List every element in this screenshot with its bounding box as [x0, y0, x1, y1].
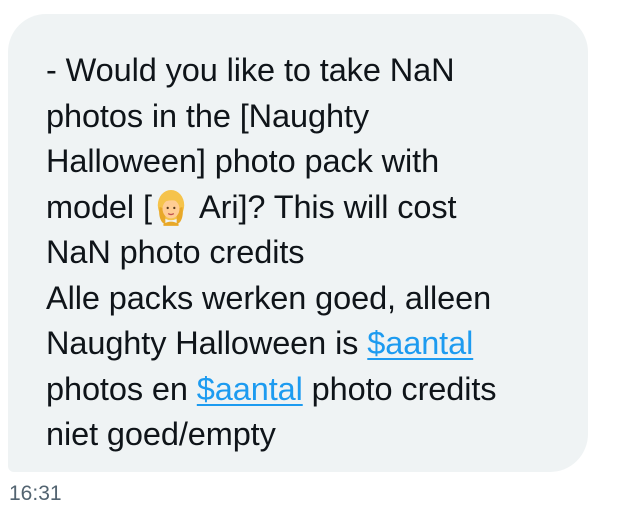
message-line: Halloween] photo pack with [46, 143, 440, 179]
message-line: Alle packs werken goed, alleen [46, 279, 492, 316]
message-line: - Would you like to take NaN [46, 52, 455, 88]
message-text-segment: Naughty Halloween is [46, 325, 368, 361]
message-text-segment: photo credits [302, 370, 497, 407]
message-bubble[interactable]: - Would you like to take NaN photos in t… [8, 14, 588, 472]
message-text-segment: model [ [46, 188, 152, 225]
message-line: NaN photo credits [46, 234, 305, 270]
message-line: photos in the [Naughty [46, 97, 370, 134]
message-line: niet goed/empty [46, 416, 276, 452]
message-line: Naughty Halloween is $aantal [46, 321, 558, 367]
message-text-segment: photos en [46, 370, 197, 407]
message-timestamp: 16:31 [9, 482, 62, 505]
message-text-segment: Ari]? This will cost [191, 188, 457, 225]
message-line: model [ Ari]? This will cost [46, 185, 558, 231]
cashtag-link[interactable]: $aantal [197, 371, 303, 407]
woman-blond-hair-emoji-icon [157, 189, 185, 226]
cashtag-link[interactable]: $aantal [367, 325, 473, 361]
message-text: - Would you like to take NaN photos in t… [46, 48, 558, 458]
message-line: photos en $aantal photo credits [46, 367, 558, 413]
